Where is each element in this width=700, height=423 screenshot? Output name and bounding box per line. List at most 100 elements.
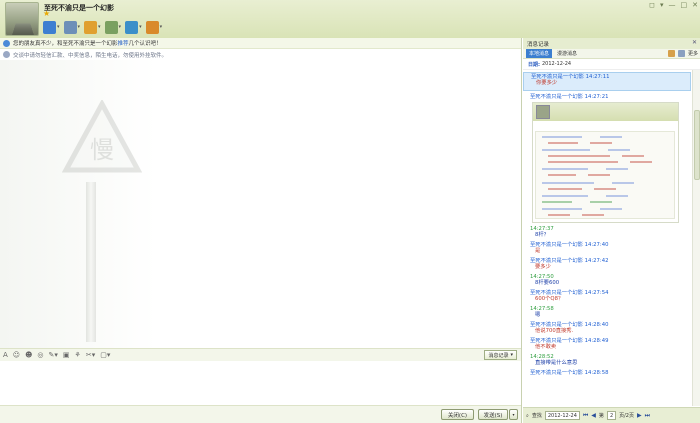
- screen-share-icon: [125, 20, 139, 34]
- close-button[interactable]: 关闭(C): [441, 409, 474, 420]
- screenshot-image[interactable]: [532, 102, 679, 223]
- menu-icon[interactable]: ▾: [660, 1, 664, 9]
- chevron-down-icon: ▾: [510, 352, 513, 358]
- screen-share-button[interactable]: ▾: [124, 20, 143, 34]
- road-sign-watermark: 慢: [62, 100, 142, 173]
- message-sender: 至死不渝只是一个幻影 14:28:58: [530, 370, 609, 376]
- font-icon[interactable]: A: [3, 351, 8, 359]
- chat-window: 至死不渝只是一个幻影 ★ ▾ ▾ ▾ ▾ ▾ ▾ ◻ ▾ — □ ✕ 您的朋友真不少，和至…: [0, 0, 700, 423]
- date-value: 2012-12-24: [542, 61, 572, 67]
- first-page-icon[interactable]: ⏮: [583, 412, 588, 420]
- info-icon: [3, 39, 10, 47]
- sign-pole: [86, 182, 96, 342]
- chevron-down-icon[interactable]: ▾: [57, 24, 60, 30]
- security-notice: 交谈中请勿轻信汇款、中奖信息，陌生电话，勿使用外挂软件。: [0, 49, 521, 60]
- message-items: 14:27:37 8杆？ 至死不渝只是一个幻影 14:27:40 是至死不渝只是一个幻…: [523, 226, 691, 376]
- message-display-area[interactable]: 慢: [0, 60, 521, 375]
- skin-icon[interactable]: ◻: [649, 1, 655, 9]
- page-prefix: 第: [598, 413, 604, 419]
- buddy-name[interactable]: 至死不渝只是一个幻影: [44, 3, 114, 13]
- message-sender: 至死不渝只是一个幻影 14:27:21: [530, 94, 609, 100]
- voice-call-icon: [63, 20, 77, 34]
- history-label: 消息记录: [488, 352, 509, 359]
- svg-text:慢: 慢: [90, 136, 114, 164]
- remote-assist-icon: [104, 20, 118, 34]
- shake-icon[interactable]: ◎: [37, 351, 43, 359]
- message-text: 嗯: [535, 312, 541, 318]
- gift-icon[interactable]: ⚘: [75, 351, 81, 359]
- send-file-icon: [84, 20, 98, 34]
- notice-text: 您的朋友真不少，和至死不渝只是一个幻影: [13, 41, 118, 47]
- filter-icon[interactable]: [667, 50, 675, 57]
- date-header: 日期: 2012-12-24: [523, 59, 700, 70]
- tab-local-messages[interactable]: 本地消息: [526, 49, 553, 58]
- selected-message[interactable]: 至死不渝只是一个幻影 14:27:11 你要多少: [523, 72, 691, 91]
- prev-page-icon[interactable]: ◀: [591, 412, 596, 419]
- minimize-icon[interactable]: —: [669, 1, 676, 9]
- screenshot-icon[interactable]: ✂▾: [86, 351, 95, 359]
- send-options-button[interactable]: ▾: [509, 409, 518, 420]
- security-text: 交谈中请勿轻信汇款、中奖信息，陌生电话，勿使用外挂软件。: [13, 52, 168, 59]
- chat-toolbar: ▾ ▾ ▾ ▾ ▾ ▾: [42, 20, 163, 36]
- magic-emoji-icon[interactable]: ☻: [25, 351, 32, 359]
- voice-call-button[interactable]: ▾: [63, 20, 82, 34]
- more-tools-icon[interactable]: ▢▾: [100, 351, 110, 359]
- chevron-down-icon[interactable]: ▾: [119, 24, 122, 30]
- recommend-link[interactable]: 推荐: [118, 39, 129, 47]
- message-input[interactable]: [0, 361, 521, 407]
- message-text: 8杆？: [535, 232, 549, 238]
- close-icon[interactable]: ✕: [692, 1, 698, 9]
- history-title-text: 消息记录: [527, 41, 550, 48]
- next-page-icon[interactable]: ▶: [637, 412, 642, 419]
- message-history-button[interactable]: 消息记录 ▾: [484, 350, 517, 360]
- shield-icon: [3, 51, 10, 58]
- chevron-down-icon[interactable]: ▾: [139, 24, 142, 30]
- tab-roaming-messages[interactable]: 漫游消息: [554, 49, 580, 58]
- message-text: 他说700直接秀.: [535, 328, 574, 334]
- window-controls: ◻ ▾ — □ ✕: [649, 1, 698, 9]
- maximize-icon[interactable]: □: [681, 1, 688, 9]
- page-suffix: 页/2页: [619, 413, 634, 419]
- chevron-down-icon[interactable]: ▾: [160, 24, 163, 30]
- search-button[interactable]: 查找: [532, 412, 542, 419]
- title-bar: 至死不渝只是一个幻影 ★ ▾ ▾ ▾ ▾ ▾ ▾ ◻ ▾ — □ ✕: [0, 0, 700, 38]
- buddy-avatar[interactable]: [5, 2, 39, 36]
- emoji-icon[interactable]: ☺: [13, 351, 20, 359]
- history-message-list[interactable]: 至死不渝只是一个幻影 14:27:11 你要多少 至死不渝只是一个幻影 14:2…: [523, 70, 691, 406]
- history-tabs: 本地消息 漫游消息 更多: [523, 49, 700, 59]
- search-icon[interactable]: ⌕: [526, 413, 529, 419]
- chevron-down-icon[interactable]: ▾: [78, 24, 81, 30]
- format-toolbar: A ☺ ☻ ◎ ✎▾ ▣ ⚘ ✂▾ ▢▾ 消息记录 ▾: [0, 348, 521, 361]
- friend-recommend-notice: 您的朋友真不少，和至死不渝只是一个幻影 推荐 几个认识吧！: [0, 38, 521, 49]
- message-text: 你要多少: [536, 80, 558, 86]
- settings-icon[interactable]: [677, 50, 685, 57]
- history-panel: 消息记录 ✕ 本地消息 漫游消息 更多 日期: 2012-12-24 至死不渝只…: [523, 38, 700, 423]
- star-icon: ★: [43, 9, 51, 18]
- send-file-button[interactable]: ▾: [83, 20, 102, 34]
- message-text: 要多少: [535, 264, 551, 270]
- history-scrollbar[interactable]: [692, 70, 700, 406]
- video-call-icon: [43, 20, 56, 34]
- video-call-button[interactable]: ▾: [42, 20, 61, 34]
- chevron-down-icon[interactable]: ▾: [98, 24, 101, 30]
- send-button[interactable]: 发送(S): [478, 409, 508, 420]
- app-box-icon: [145, 20, 159, 34]
- image-icon[interactable]: ▣: [63, 351, 70, 359]
- conversation-panel: 您的朋友真不少，和至死不渝只是一个幻影 推荐 几个认识吧！ 交谈中请勿轻信汇款、…: [0, 38, 522, 423]
- history-panel-title: 消息记录 ✕: [523, 38, 700, 49]
- message-text: 8杆要600: [535, 280, 560, 286]
- doodle-icon[interactable]: ✎▾: [49, 351, 58, 359]
- page-input[interactable]: 2: [606, 411, 617, 420]
- date-label: 日期:: [528, 61, 540, 68]
- last-page-icon[interactable]: ⏭: [645, 412, 650, 420]
- remote-assist-button[interactable]: ▾: [104, 20, 123, 34]
- close-icon[interactable]: ✕: [692, 39, 697, 46]
- send-bar: 关闭(C) 发送(S) ▾: [0, 405, 521, 423]
- history-tools: 更多: [667, 50, 698, 57]
- date-picker[interactable]: 2012-12-24: [544, 411, 580, 420]
- app-box-button[interactable]: ▾: [145, 20, 164, 34]
- history-footer: ⌕ 查找 2012-12-24 ⏮ ◀ 第 2 页/2页 ▶ ⏭: [523, 407, 700, 423]
- message-text: 他不敢卖: [535, 344, 557, 350]
- more-link[interactable]: 更多: [688, 50, 698, 57]
- message-text: 直接带是什么意思: [535, 360, 578, 366]
